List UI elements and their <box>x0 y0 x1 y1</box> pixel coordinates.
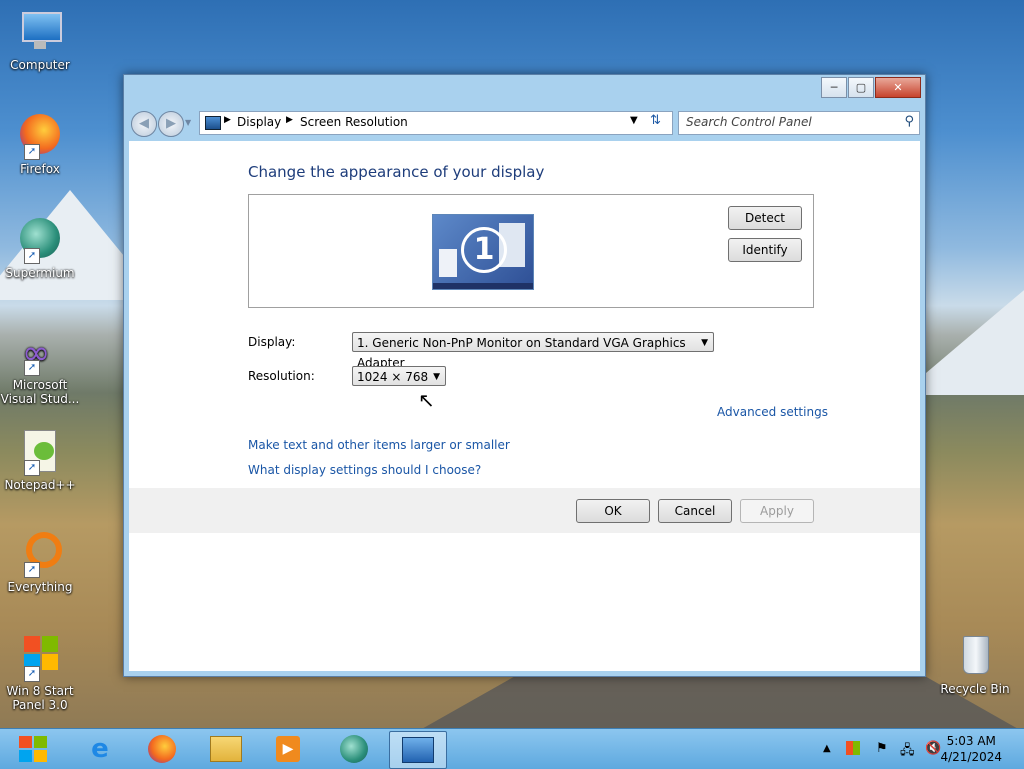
identify-button[interactable]: Identify <box>728 238 802 262</box>
control-panel-icon <box>205 116 221 130</box>
breadcrumb-screen-resolution[interactable]: Screen Resolution <box>300 115 408 129</box>
address-bar[interactable]: ▶ Display ▶ Screen Resolution ▼ ⇅ <box>199 111 673 135</box>
action-center-icon[interactable]: ⚑ <box>876 741 888 756</box>
desktop-icon-label: Everything <box>7 580 73 594</box>
control-panel-icon <box>402 737 434 763</box>
desktop-icon-label: Firefox <box>20 162 60 176</box>
screen-resolution-window: ─ ▢ ✕ ◀ ▶ ▼ ▶ Display ▶ Screen Resolutio… <box>123 74 926 677</box>
windows-flag-icon[interactable] <box>846 741 860 759</box>
network-icon[interactable]: 🖧 <box>900 741 915 763</box>
dialog-footer: OK Cancel Apply <box>129 488 920 533</box>
desktop-icon-recycle-bin[interactable]: Recycle Bin <box>935 632 1015 696</box>
cancel-button[interactable]: Cancel <box>658 499 732 523</box>
page-title: Change the appearance of your display <box>248 163 545 181</box>
everything-icon: ➚ <box>16 530 64 578</box>
desktop-icon-label: Microsoft Visual Stud... <box>0 378 80 406</box>
recycle-bin-icon <box>951 632 999 680</box>
back-button[interactable]: ◀ <box>131 111 157 137</box>
display-select-value: 1. Generic Non-PnP Monitor on Standard V… <box>357 336 686 370</box>
clock[interactable]: 5:03 AM 4/21/2024 <box>940 733 1002 765</box>
desktop-icon-firefox[interactable]: ➚ Firefox <box>0 112 80 176</box>
breadcrumb-separator: ▶ <box>224 115 231 125</box>
monitor-number: 1 <box>461 227 507 273</box>
maximize-button[interactable]: ▢ <box>848 77 874 98</box>
text-size-link[interactable]: Make text and other items larger or smal… <box>248 438 510 452</box>
notepadpp-icon: ➚ <box>16 428 64 476</box>
search-icon[interactable]: ⚲ <box>904 114 914 129</box>
resolution-label: Resolution: <box>248 369 315 383</box>
windows-logo-icon <box>19 736 49 762</box>
monitor-preview-box: 1 Detect Identify <box>248 194 814 308</box>
display-label: Display: <box>248 335 296 349</box>
firefox-icon <box>148 735 176 763</box>
taskbar-firefox[interactable] <box>134 731 190 767</box>
desktop-icon-label: Computer <box>10 58 70 72</box>
close-button[interactable]: ✕ <box>875 77 921 98</box>
desktop-icon-notepadpp[interactable]: ➚ Notepad++ <box>0 428 80 492</box>
taskbar-media-player[interactable]: ▶ <box>260 731 316 767</box>
desktop-icon-supermium[interactable]: ➚ Supermium <box>0 216 80 280</box>
windows-logo-icon: ➚ <box>16 634 64 682</box>
media-player-icon: ▶ <box>276 736 300 762</box>
ok-button[interactable]: OK <box>576 499 650 523</box>
forward-button[interactable]: ▶ <box>158 111 184 137</box>
caption-buttons: ─ ▢ ✕ <box>820 77 921 98</box>
content-pane: Change the appearance of your display 1 … <box>129 141 920 671</box>
desktop-icon-label: Win 8 Start Panel 3.0 <box>6 684 74 712</box>
recent-pages-dropdown[interactable]: ▼ <box>185 118 191 127</box>
resolution-select[interactable]: 1024 × 768 ▼ <box>352 366 446 386</box>
chevron-down-icon: ▼ <box>701 338 708 348</box>
desktop-icon-win8-start-panel[interactable]: ➚ Win 8 Start Panel 3.0 <box>0 634 80 712</box>
supermium-icon <box>340 735 368 763</box>
clock-date: 4/21/2024 <box>940 750 1002 764</box>
detect-button[interactable]: Detect <box>728 206 802 230</box>
breadcrumb-display[interactable]: Display <box>237 115 281 129</box>
taskbar-internet-explorer[interactable]: e <box>72 731 128 767</box>
taskbar-file-explorer[interactable] <box>198 731 254 767</box>
desktop-icon-label: Notepad++ <box>4 478 76 492</box>
internet-explorer-icon: e <box>91 734 109 764</box>
apply-button[interactable]: Apply <box>740 499 814 523</box>
desktop-icon-visual-studio[interactable]: ∞ ➚ Microsoft Visual Stud... <box>0 328 80 406</box>
desktop-icon-everything[interactable]: ➚ Everything <box>0 530 80 594</box>
supermium-icon: ➚ <box>16 216 64 264</box>
firefox-icon: ➚ <box>16 112 64 160</box>
clock-time: 5:03 AM <box>946 734 996 748</box>
computer-icon <box>16 8 64 56</box>
folder-icon <box>210 736 242 762</box>
navigation-bar: ◀ ▶ ▼ ▶ Display ▶ Screen Resolution ▼ ⇅ … <box>129 108 920 138</box>
display-help-link[interactable]: What display settings should I choose? <box>248 463 481 477</box>
refresh-icon[interactable]: ⇅ <box>650 113 661 128</box>
advanced-settings-link[interactable]: Advanced settings <box>717 405 828 419</box>
taskbar-supermium[interactable] <box>326 731 382 767</box>
resolution-select-value: 1024 × 768 <box>357 370 429 384</box>
display-select[interactable]: 1. Generic Non-PnP Monitor on Standard V… <box>352 332 714 370</box>
search-input[interactable]: Search Control Panel <box>686 115 812 129</box>
minimize-button[interactable]: ─ <box>821 77 847 98</box>
desktop-icon-computer[interactable]: Computer <box>0 8 80 72</box>
taskbar-preview <box>433 283 533 289</box>
show-hidden-icons[interactable]: ▲ <box>823 743 831 754</box>
chevron-down-icon: ▼ <box>433 372 440 382</box>
visual-studio-icon: ∞ ➚ <box>16 328 64 376</box>
desktop-icon-label: Supermium <box>5 266 75 280</box>
search-box[interactable]: Search Control Panel ⚲ <box>678 111 920 135</box>
volume-muted-icon[interactable]: 🔇 <box>925 741 941 756</box>
breadcrumb-separator: ▶ <box>286 115 293 125</box>
address-dropdown-icon[interactable]: ▼ <box>630 115 638 126</box>
taskbar: e ▶ ▲ ⚑ 🖧 🔇 5:03 AM 4/21/2024 <box>0 728 1024 769</box>
monitor-1-preview[interactable]: 1 <box>432 214 534 290</box>
window-preview-left <box>439 249 457 277</box>
desktop-icon-label: Recycle Bin <box>940 682 1010 696</box>
start-button[interactable] <box>6 731 62 767</box>
taskbar-control-panel[interactable] <box>389 731 447 769</box>
mouse-cursor-icon: ↖ <box>418 388 435 412</box>
